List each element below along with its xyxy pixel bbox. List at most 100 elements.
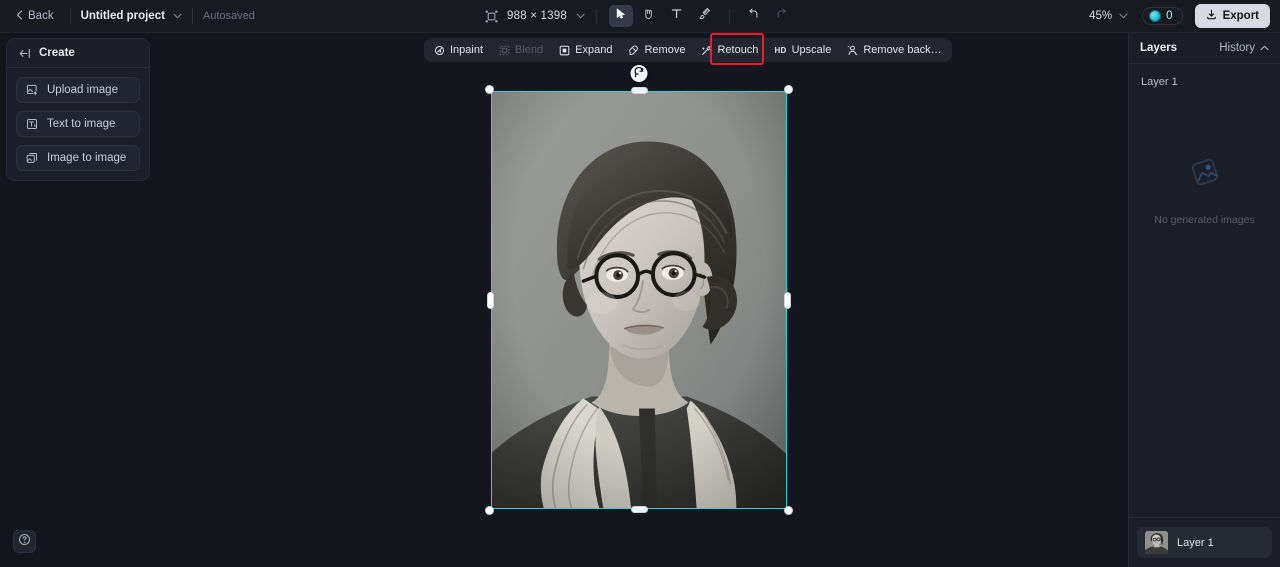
image-selection[interactable] <box>485 65 793 515</box>
text-to-image-icon <box>26 118 38 130</box>
text-icon <box>670 7 683 25</box>
layer-name: Layer 1 <box>1177 536 1214 549</box>
top-bar-left: Back Untitled project Autosaved <box>0 0 255 32</box>
image-editor-app: Back Untitled project Autosaved 988 × 13 <box>0 0 1280 567</box>
rotate-button[interactable] <box>630 65 648 83</box>
undo-button[interactable] <box>742 5 766 27</box>
retouch-button[interactable]: Retouch <box>693 39 766 61</box>
expand-icon <box>559 45 570 56</box>
undo-icon <box>747 7 760 25</box>
empty-state-text: No generated images <box>1154 214 1255 226</box>
inpaint-icon <box>434 45 445 56</box>
resize-handle-bottom-left[interactable] <box>485 506 494 515</box>
create-panel-header: Create <box>7 39 149 68</box>
sidebar-item-label: Upload image <box>47 84 118 96</box>
resize-handle-top-center[interactable] <box>631 87 648 94</box>
resize-handle-top-right[interactable] <box>784 85 793 94</box>
autosaved-status: Autosaved <box>202 10 255 22</box>
hd-icon: HD <box>774 45 787 55</box>
resize-handle-bottom-center[interactable] <box>631 506 648 513</box>
sidebar-item-label: Text to image <box>47 118 116 130</box>
create-panel-title: Create <box>39 47 75 59</box>
retouch-icon <box>701 45 712 56</box>
canvas-area[interactable] <box>0 33 1128 567</box>
credits-count: 0 <box>1166 10 1173 22</box>
export-label: Export <box>1222 10 1259 22</box>
divider <box>69 8 71 24</box>
generated-images-area: Layer 1 No generated images <box>1129 64 1280 517</box>
create-panel-items: Upload image Text to image Image to imag… <box>7 68 149 171</box>
image-actions-toolbar: Inpaint Blend Expand Remove Retouch HD U… <box>424 33 952 65</box>
resize-handle-left-middle[interactable] <box>487 292 494 309</box>
rotate-icon <box>634 65 645 83</box>
canvas-size-chevron-down-icon[interactable] <box>576 11 585 21</box>
back-button[interactable]: Back <box>10 6 60 27</box>
empty-state: No generated images <box>1129 156 1280 226</box>
select-tool[interactable] <box>608 5 633 27</box>
download-icon <box>1206 9 1217 23</box>
remove-label: Remove <box>644 44 686 56</box>
right-panel-header: Layers History <box>1129 33 1280 64</box>
hand-tool[interactable] <box>637 5 661 27</box>
chevron-up-icon <box>1260 42 1269 54</box>
blend-button[interactable]: Blend <box>491 39 551 61</box>
help-button[interactable] <box>13 530 36 553</box>
list-item[interactable]: Layer 1 <box>1137 527 1272 558</box>
sidebar-item-upload-image[interactable]: Upload image <box>16 77 140 103</box>
upscale-label: Upscale <box>791 44 832 56</box>
back-label: Back <box>28 10 54 22</box>
expand-label: Expand <box>575 44 613 56</box>
text-tool[interactable] <box>665 5 689 27</box>
help-icon <box>18 533 31 551</box>
divider <box>191 8 193 24</box>
chevron-down-icon[interactable] <box>173 11 182 21</box>
remove-background-label: Remove back… <box>863 44 942 56</box>
inpaint-label: Inpaint <box>450 44 484 56</box>
chevron-left-icon <box>16 9 23 23</box>
layer-thumbnail <box>1145 531 1168 554</box>
inpaint-button[interactable]: Inpaint <box>426 39 491 61</box>
remove-button[interactable]: Remove <box>620 39 693 61</box>
right-panel: Layers History Layer 1 No generated imag… <box>1128 33 1280 567</box>
canvas-size-icon <box>485 10 498 23</box>
create-panel: Create Upload image Text to image Image … <box>6 38 150 181</box>
tab-layers[interactable]: Layers <box>1140 42 1177 54</box>
image-to-image-icon <box>26 152 38 164</box>
retouch-label: Retouch <box>717 44 759 56</box>
collapse-panel-icon[interactable] <box>19 48 31 59</box>
remove-icon <box>628 44 639 56</box>
redo-button[interactable] <box>770 5 794 27</box>
top-bar-center: 988 × 1398 <box>485 0 795 32</box>
expand-button[interactable]: Expand <box>551 39 620 61</box>
resize-handle-bottom-right[interactable] <box>784 506 793 515</box>
upscale-button[interactable]: HD Upscale <box>766 39 839 61</box>
sidebar-item-text-to-image[interactable]: Text to image <box>16 111 140 137</box>
zoom-level: 45% <box>1089 10 1113 22</box>
divider <box>728 8 730 24</box>
remove-background-icon <box>847 45 858 56</box>
brush-tool[interactable] <box>693 5 717 27</box>
layers-list: Layer 1 <box>1129 517 1280 567</box>
hand-icon <box>642 7 655 25</box>
portrait-image[interactable] <box>491 91 787 509</box>
cursor-icon <box>614 7 627 25</box>
sidebar-item-label: Image to image <box>47 152 127 164</box>
divider <box>595 8 597 24</box>
remove-background-button[interactable]: Remove back… <box>839 39 949 61</box>
zoom-chevron-down-icon[interactable] <box>1119 11 1128 21</box>
export-button[interactable]: Export <box>1194 4 1270 28</box>
blend-label: Blend <box>515 44 544 56</box>
credits-badge[interactable]: 0 <box>1142 7 1183 25</box>
resize-handle-top-left[interactable] <box>485 85 494 94</box>
brush-icon <box>698 7 711 25</box>
empty-image-icon <box>1188 156 1222 193</box>
layer-group-label: Layer 1 <box>1141 76 1178 88</box>
project-name: Untitled project <box>80 10 165 22</box>
upload-image-icon <box>26 84 38 96</box>
blend-icon <box>499 45 510 56</box>
tab-history[interactable]: History <box>1219 42 1269 54</box>
credit-coin-icon <box>1149 10 1162 22</box>
sidebar-item-image-to-image[interactable]: Image to image <box>16 145 140 171</box>
resize-handle-right-middle[interactable] <box>784 292 791 309</box>
canvas-size-value: 988 × 1398 <box>507 10 567 22</box>
